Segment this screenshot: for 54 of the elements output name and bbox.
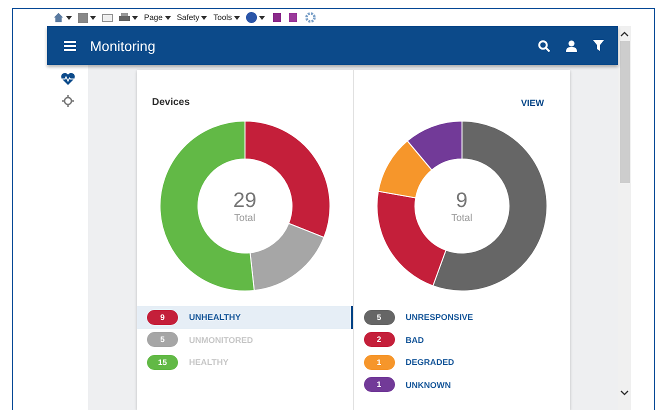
caret-icon: [66, 16, 72, 20]
gear-icon[interactable]: [305, 12, 316, 23]
count-pill: 2: [364, 332, 394, 348]
legend-label: UNHEALTHY: [189, 312, 241, 322]
mail-icon[interactable]: [102, 14, 113, 22]
caret-icon: [234, 16, 240, 20]
heart-pulse-icon[interactable]: [60, 73, 74, 85]
count-pill: 5: [147, 332, 178, 348]
toolbar-menu[interactable]: Page: [144, 13, 171, 22]
scroll-up-icon[interactable]: [620, 31, 629, 37]
donut-slice[interactable]: [376, 190, 446, 286]
legend-item[interactable]: 1 DEGRADED: [354, 351, 570, 374]
caret-icon: [132, 16, 138, 20]
total-label: Total: [234, 212, 256, 224]
toolbar-menu[interactable]: Safety: [176, 13, 208, 22]
count-pill: 9: [147, 310, 178, 325]
legend-label: UNKNOWN: [406, 380, 451, 390]
home-icon[interactable]: [53, 12, 64, 23]
legend-label: BAD: [406, 334, 424, 345]
donut-slice[interactable]: [432, 120, 548, 292]
legend-item[interactable]: 5 UNRESPONSIVE: [354, 306, 570, 328]
legend-label: DEGRADED: [406, 357, 454, 368]
caret-icon: [201, 16, 208, 20]
print-icon[interactable]: [119, 12, 130, 22]
count-pill: 5: [364, 310, 394, 325]
scroll-thumb[interactable]: [620, 41, 630, 183]
legend-item[interactable]: 9 UNHEALTHY: [137, 306, 352, 328]
count-pill: 1: [364, 377, 394, 392]
legend-label: UNRESPONSIVE: [406, 312, 474, 322]
donut-slice[interactable]: [249, 222, 324, 291]
donut-slice[interactable]: [378, 140, 432, 198]
total-value: 29: [233, 188, 256, 212]
app-title: Monitoring: [90, 38, 156, 54]
total-value: 9: [456, 188, 468, 212]
card-title: Devices: [152, 97, 190, 108]
total-label: Total: [451, 212, 472, 224]
caret-icon: [259, 16, 266, 20]
toolbar-menu[interactable]: Tools: [213, 13, 240, 22]
caret-icon: [90, 16, 96, 20]
crosshair-icon[interactable]: [62, 95, 74, 107]
legend-item[interactable]: 1 UNKNOWN: [354, 374, 570, 396]
count-pill: 15: [147, 354, 178, 370]
donut-slice[interactable]: [159, 120, 254, 292]
menu-icon[interactable]: [64, 40, 76, 50]
caret-icon: [164, 16, 171, 20]
donut-slice[interactable]: [406, 120, 462, 170]
legend-item[interactable]: 2 BAD: [354, 328, 570, 351]
search-icon[interactable]: [538, 40, 550, 52]
filter-icon[interactable]: [593, 40, 604, 51]
view-link[interactable]: VIEW: [520, 98, 544, 108]
count-pill: 1: [364, 354, 394, 370]
scroll-down-icon[interactable]: [620, 390, 629, 396]
user-icon[interactable]: [566, 40, 577, 52]
scrollbar[interactable]: [618, 26, 631, 410]
